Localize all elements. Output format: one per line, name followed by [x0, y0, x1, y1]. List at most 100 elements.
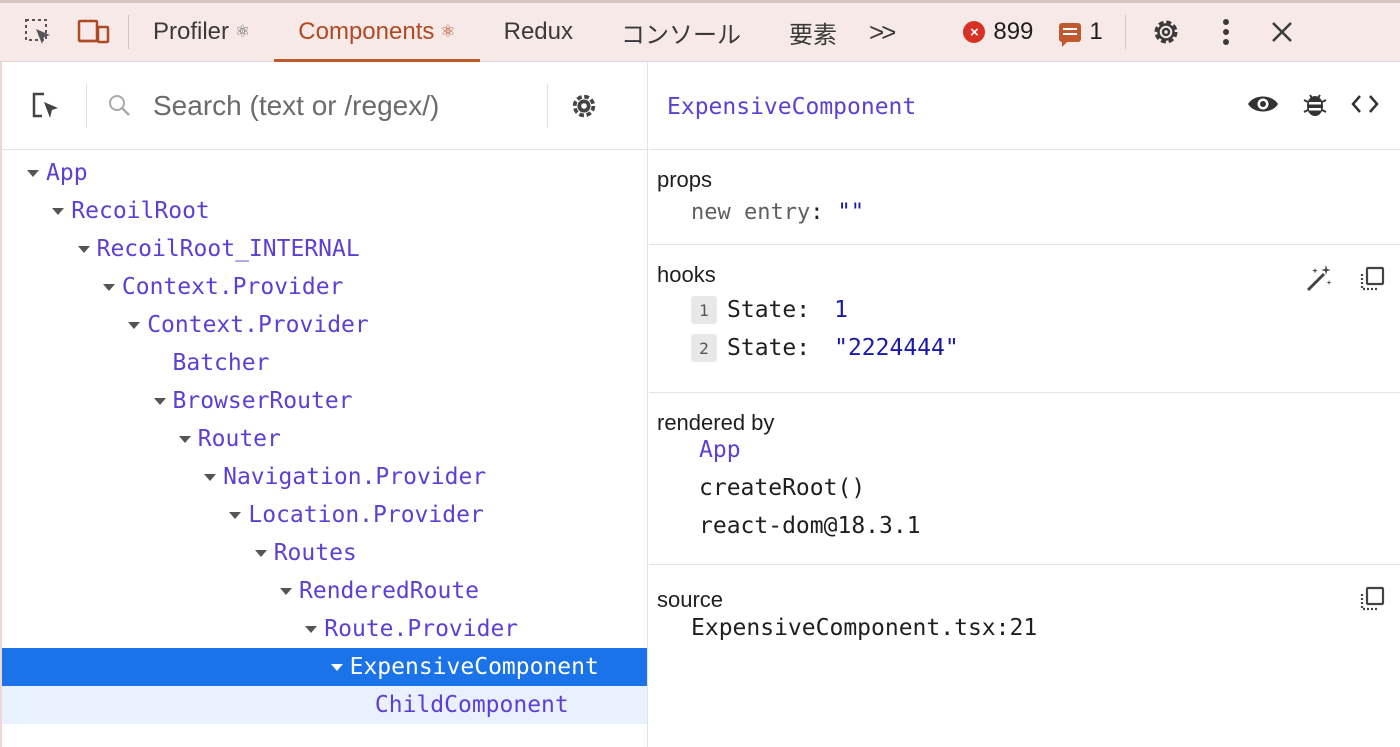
tree-node-label: App	[46, 160, 88, 186]
device-toggle-icon[interactable]	[74, 12, 114, 52]
hook-value[interactable]: "2224444"	[834, 335, 959, 361]
hook-index: 1	[691, 296, 717, 324]
tree-node[interactable]: App	[2, 154, 647, 192]
hook-row[interactable]: 2 State: "2224444"	[657, 329, 1400, 367]
tree-node-label: Routes	[273, 540, 357, 566]
toolbar-divider	[1124, 15, 1126, 49]
component-tree: App RecoilRoot RecoilRoot_INTERNAL Context.…	[2, 150, 647, 724]
expand-arrow-icon[interactable]	[45, 201, 71, 221]
gear-icon[interactable]	[1146, 12, 1186, 52]
tab-elements[interactable]: 要素	[765, 3, 861, 62]
tree-node[interactable]: ChildComponent	[2, 686, 647, 724]
error-icon: ×	[963, 21, 986, 43]
copy-icon[interactable]	[1358, 585, 1386, 618]
section-title: props	[657, 167, 713, 192]
tree-node[interactable]: Batcher	[2, 344, 647, 382]
expand-arrow-icon[interactable]	[273, 581, 299, 601]
tree-node[interactable]: Routes	[2, 534, 647, 572]
expand-arrow-icon[interactable]	[71, 239, 97, 259]
renderer-root: createRoot()	[699, 475, 866, 501]
tree-node-label: RenderedRoute	[299, 578, 480, 604]
tree-node-label: ExpensiveComponent	[349, 654, 599, 680]
tree-node[interactable]: Location.Provider	[2, 496, 647, 534]
tree-node-label: RecoilRoot_INTERNAL	[96, 236, 360, 262]
toolbar-divider	[547, 83, 548, 128]
copy-icon[interactable]	[1358, 265, 1386, 298]
close-icon[interactable]	[1262, 12, 1302, 52]
hook-key: State:	[727, 297, 811, 323]
owner-link-app[interactable]: App	[657, 431, 1400, 469]
search-input[interactable]	[153, 85, 533, 126]
expand-arrow-icon[interactable]	[96, 277, 122, 297]
message-counter[interactable]: 1	[1059, 18, 1103, 47]
gear-icon[interactable]	[564, 86, 604, 126]
eye-icon[interactable]	[1246, 92, 1280, 121]
expand-arrow-icon[interactable]	[248, 543, 274, 563]
tree-node[interactable]: Context.Provider	[2, 268, 647, 306]
renderer-version: react-dom@18.3.1	[699, 513, 921, 539]
section-title: hooks	[657, 262, 716, 287]
tree-node[interactable]: Context.Provider	[2, 306, 647, 344]
error-counter[interactable]: × 899	[963, 18, 1033, 46]
bug-icon[interactable]	[1302, 90, 1328, 123]
tab-redux[interactable]: Redux	[480, 3, 597, 62]
more-tabs-button[interactable]: >>	[861, 17, 915, 48]
tree-node-label: BrowserRouter	[172, 388, 353, 414]
select-component-icon[interactable]	[26, 86, 66, 126]
expand-arrow-icon[interactable]	[222, 505, 248, 525]
magic-wand-icon[interactable]	[1304, 263, 1334, 298]
toolbar-divider	[86, 83, 87, 128]
rendered-by-section: rendered by App createRoot() react-dom@1…	[649, 393, 1400, 565]
expand-arrow-icon[interactable]	[20, 163, 46, 183]
expand-arrow-icon[interactable]	[298, 619, 324, 639]
source-file-link[interactable]: ExpensiveComponent.tsx:21	[657, 609, 1400, 647]
tree-node[interactable]: RecoilRoot	[2, 192, 647, 230]
tree-node-label: Context.Provider	[121, 274, 344, 300]
tree-node[interactable]: Route.Provider	[2, 610, 647, 648]
prop-value[interactable]: ""	[837, 200, 864, 225]
tree-toolbar	[2, 62, 647, 150]
source-section: source ExpensiveComponent.tsx:21	[649, 565, 1400, 675]
expand-arrow-icon[interactable]	[172, 429, 198, 449]
select-element-icon[interactable]	[18, 12, 58, 52]
kebab-icon[interactable]	[1206, 12, 1246, 52]
props-section: props new entry : ""	[649, 150, 1400, 245]
tree-node[interactable]: ExpensiveComponent	[2, 648, 647, 686]
tab-components[interactable]: Components ⚛	[274, 3, 480, 62]
tree-node-label: Context.Provider	[147, 312, 369, 338]
hooks-section: hooks 1 State: 1 2 State: "2224444"	[649, 245, 1400, 393]
tab-console[interactable]: コンソール	[597, 3, 765, 62]
prop-colon: :	[810, 199, 824, 225]
error-count: 899	[993, 18, 1034, 45]
tab-profiler[interactable]: Profiler ⚛	[145, 3, 274, 62]
tree-node-label: ChildComponent	[374, 692, 569, 718]
tree-node-label: Location.Provider	[248, 502, 484, 528]
expand-arrow-icon[interactable]	[197, 467, 223, 487]
inspector-actions	[1246, 90, 1380, 123]
section-title: rendered by	[657, 410, 775, 435]
react-atom-icon: ⚛	[440, 22, 456, 41]
hook-value[interactable]: 1	[834, 297, 848, 323]
tab-label: コンソール	[620, 21, 741, 49]
tree-node[interactable]: BrowserRouter	[2, 382, 647, 420]
expand-arrow-icon[interactable]	[121, 315, 147, 335]
tree-node-label: RecoilRoot	[71, 198, 210, 224]
hook-row[interactable]: 1 State: 1	[657, 291, 1400, 329]
devtools-toolbar: Profiler ⚛ Components ⚛ Redux コンソール 要素 >…	[0, 0, 1400, 62]
prop-row[interactable]: new entry : ""	[657, 194, 1400, 230]
tree-node-label: Batcher	[172, 350, 270, 376]
tree-node[interactable]: Router	[2, 420, 647, 458]
tree-node[interactable]: RecoilRoot_INTERNAL	[2, 230, 647, 268]
hook-index: 2	[691, 334, 717, 362]
prop-key: new entry	[691, 199, 811, 225]
expand-arrow-icon[interactable]	[147, 391, 173, 411]
expand-arrow-icon[interactable]	[324, 657, 350, 677]
source-code-icon[interactable]	[1350, 93, 1380, 120]
tree-node[interactable]: Navigation.Provider	[2, 458, 647, 496]
tree-node-label: Navigation.Provider	[223, 464, 487, 490]
react-atom-icon: ⚛	[235, 22, 251, 41]
section-title: source	[657, 587, 724, 612]
tree-node[interactable]: RenderedRoute	[2, 572, 647, 610]
inspector-header: ExpensiveComponent	[649, 62, 1400, 150]
selected-component-name: ExpensiveComponent	[667, 94, 917, 120]
